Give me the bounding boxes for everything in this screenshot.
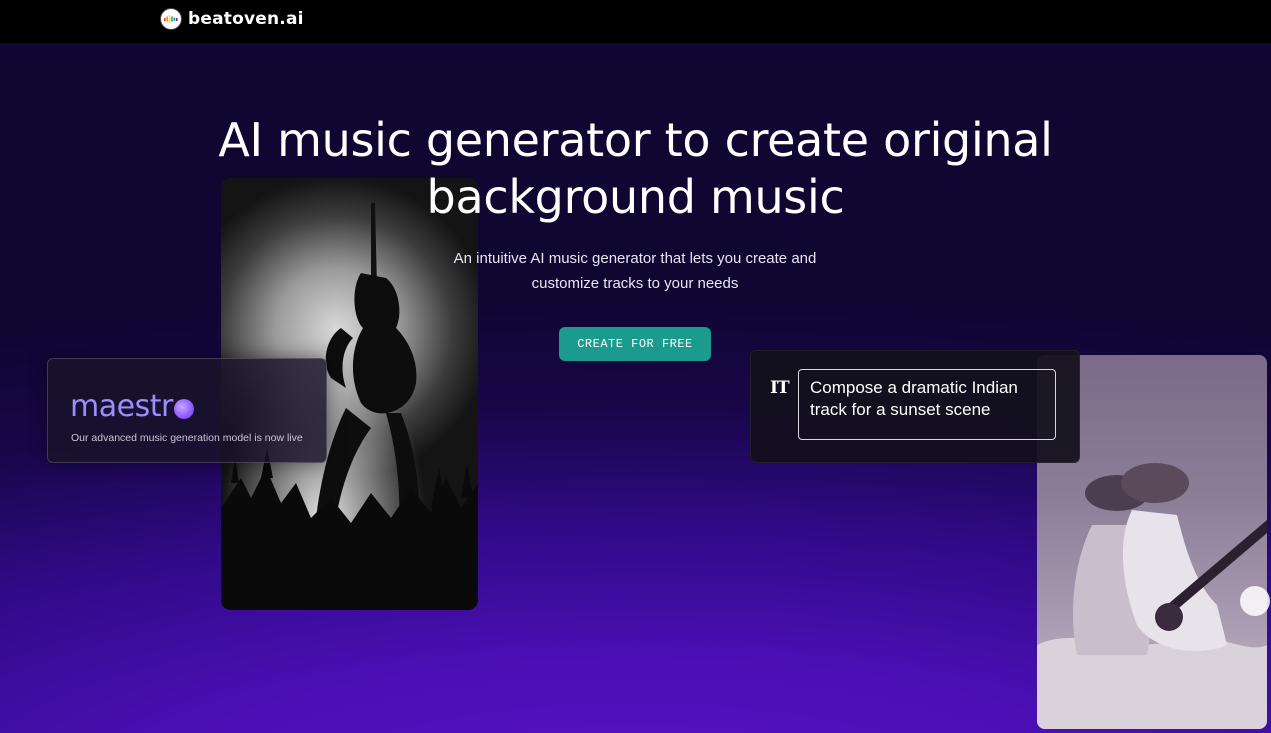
maestro-dot-icon	[173, 398, 194, 419]
hero-subtitle-line-2: customize tracks to your needs	[531, 275, 739, 292]
landing-page: beatoven.ai AI music generator to create…	[0, 0, 1271, 733]
hero-title-line-2: background music	[426, 170, 845, 224]
maestro-description: Our advanced music generation model is n…	[71, 432, 303, 444]
beatoven-logo-icon	[160, 8, 182, 30]
prompt-example-card: IT Compose a dramatic Indian track for a…	[750, 350, 1080, 463]
hero-subtitle-line-1: An intuitive AI music generator that let…	[453, 250, 817, 267]
brand-name: beatoven.ai	[188, 9, 304, 29]
maestro-logo: maestr	[70, 389, 194, 424]
top-nav-bar: beatoven.ai	[0, 0, 1271, 43]
hero-title: AI music generator to create original ba…	[0, 112, 1271, 226]
text-type-icon: IT	[770, 378, 790, 398]
maestro-logo-text: maestr	[70, 389, 173, 424]
create-for-free-button[interactable]: CREATE FOR FREE	[559, 327, 711, 361]
prompt-text-box[interactable]: Compose a dramatic Indian track for a su…	[798, 369, 1056, 440]
hero-title-line-1: AI music generator to create original	[218, 113, 1053, 167]
maestro-announcement-card[interactable]: maestr Our advanced music generation mod…	[47, 358, 327, 463]
hero-subtitle: An intuitive AI music generator that let…	[435, 246, 835, 296]
brand-logo-link[interactable]: beatoven.ai	[160, 8, 304, 30]
play-button-icon[interactable]	[1240, 586, 1270, 616]
